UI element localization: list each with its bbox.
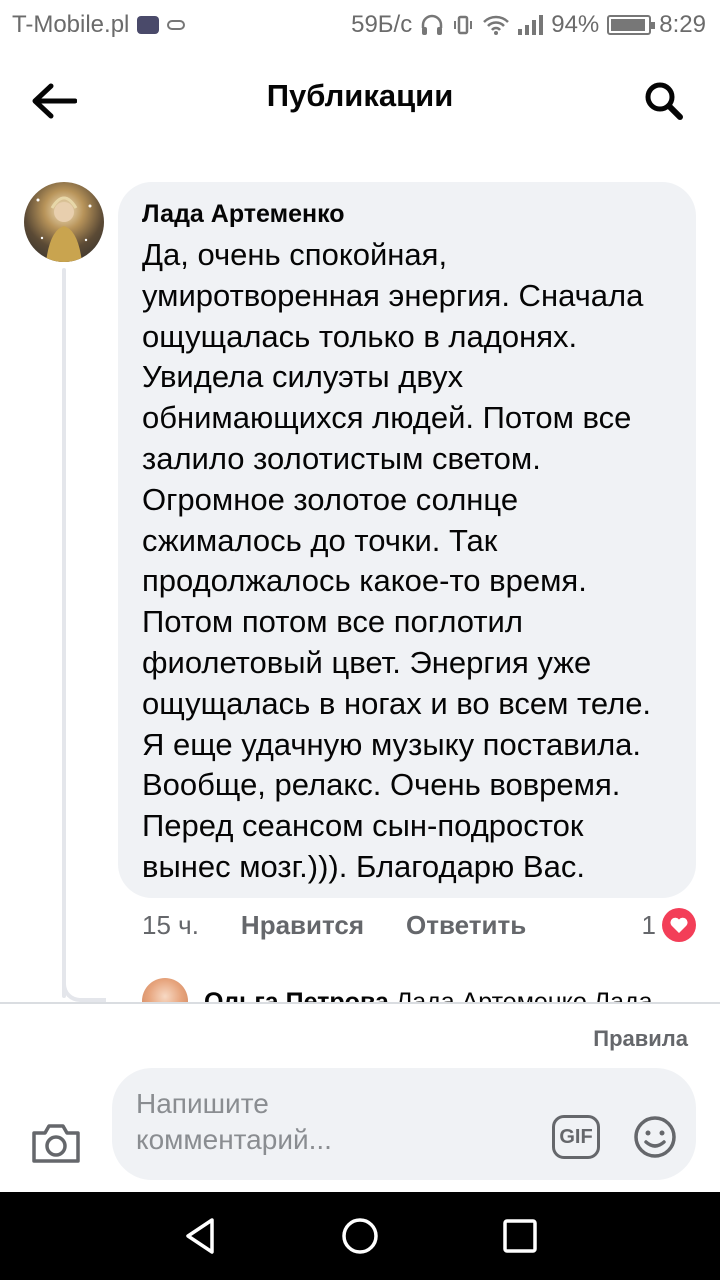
avatar-portrait bbox=[36, 196, 92, 262]
network-speed: 59Б/с bbox=[351, 11, 413, 38]
next-reply[interactable]: Ольга Петрова Лада Артеменко Лада bbox=[142, 978, 702, 1002]
comment-text: Да, очень спокойная, умиротворенная энер… bbox=[142, 237, 652, 884]
thread-connector bbox=[62, 980, 106, 1002]
circle-home-icon[interactable] bbox=[338, 1214, 382, 1258]
comment-placeholder: Напишите комментарий... bbox=[136, 1088, 332, 1155]
headphones-icon bbox=[421, 14, 443, 35]
status-left: T-Mobile.pl bbox=[12, 11, 186, 39]
voicemail-icon bbox=[167, 20, 186, 30]
carrier-label: T-Mobile.pl bbox=[12, 11, 130, 38]
comment-composer: Правила Напишите комментарий... GIF bbox=[0, 1002, 720, 1192]
search-button[interactable] bbox=[636, 76, 692, 126]
clock: 8:29 bbox=[659, 11, 706, 38]
header: Публикации bbox=[0, 50, 720, 150]
comment-author[interactable]: Лада Артеменко bbox=[142, 200, 674, 229]
avatar[interactable] bbox=[24, 182, 104, 262]
triangle-back-icon[interactable] bbox=[178, 1214, 222, 1258]
camera-icon bbox=[32, 1124, 80, 1163]
square-recents-icon[interactable] bbox=[498, 1214, 542, 1258]
signal-icon bbox=[518, 15, 544, 35]
comment-actions: 15 ч. Нравится Ответить bbox=[142, 910, 526, 941]
comment-input[interactable]: Напишите комментарий... GIF bbox=[112, 1068, 696, 1180]
search-icon bbox=[645, 82, 683, 120]
camera-button[interactable] bbox=[28, 1118, 84, 1168]
reply-author: Ольга Петрова bbox=[204, 988, 389, 1002]
app-notification-icon bbox=[137, 16, 160, 34]
vibrate-icon bbox=[454, 15, 473, 35]
wifi-icon bbox=[483, 15, 510, 35]
reply-avatar bbox=[142, 978, 188, 1002]
heart-icon bbox=[662, 908, 696, 942]
gif-button[interactable]: GIF bbox=[552, 1115, 600, 1159]
like-button[interactable]: Нравится bbox=[241, 910, 364, 941]
system-nav-bar bbox=[0, 1192, 720, 1280]
reply-preview-text: Лада Артеменко Лада bbox=[395, 988, 653, 1002]
reply-button[interactable]: Ответить bbox=[406, 910, 526, 941]
battery-icon bbox=[607, 15, 656, 35]
battery-level bbox=[611, 19, 646, 31]
comment-bubble[interactable]: Лада Артеменко Да, очень спокойная, умир… bbox=[118, 182, 696, 898]
reply-preview: Ольга Петрова Лада Артеменко Лада bbox=[204, 988, 652, 1002]
rules-link[interactable]: Правила bbox=[593, 1026, 688, 1052]
battery-percent: 94% bbox=[551, 11, 600, 38]
comment-timestamp[interactable]: 15 ч. bbox=[142, 910, 199, 941]
reactions[interactable]: 1 bbox=[642, 908, 696, 942]
reaction-count: 1 bbox=[641, 909, 656, 940]
status-bar: T-Mobile.pl 59Б/с 94% 8:29 bbox=[0, 0, 720, 50]
status-right: 59Б/с 94% 8:29 bbox=[351, 11, 706, 39]
thread-line bbox=[62, 268, 66, 998]
smiley-icon[interactable] bbox=[632, 1114, 678, 1160]
page-title: Публикации bbox=[266, 78, 454, 113]
